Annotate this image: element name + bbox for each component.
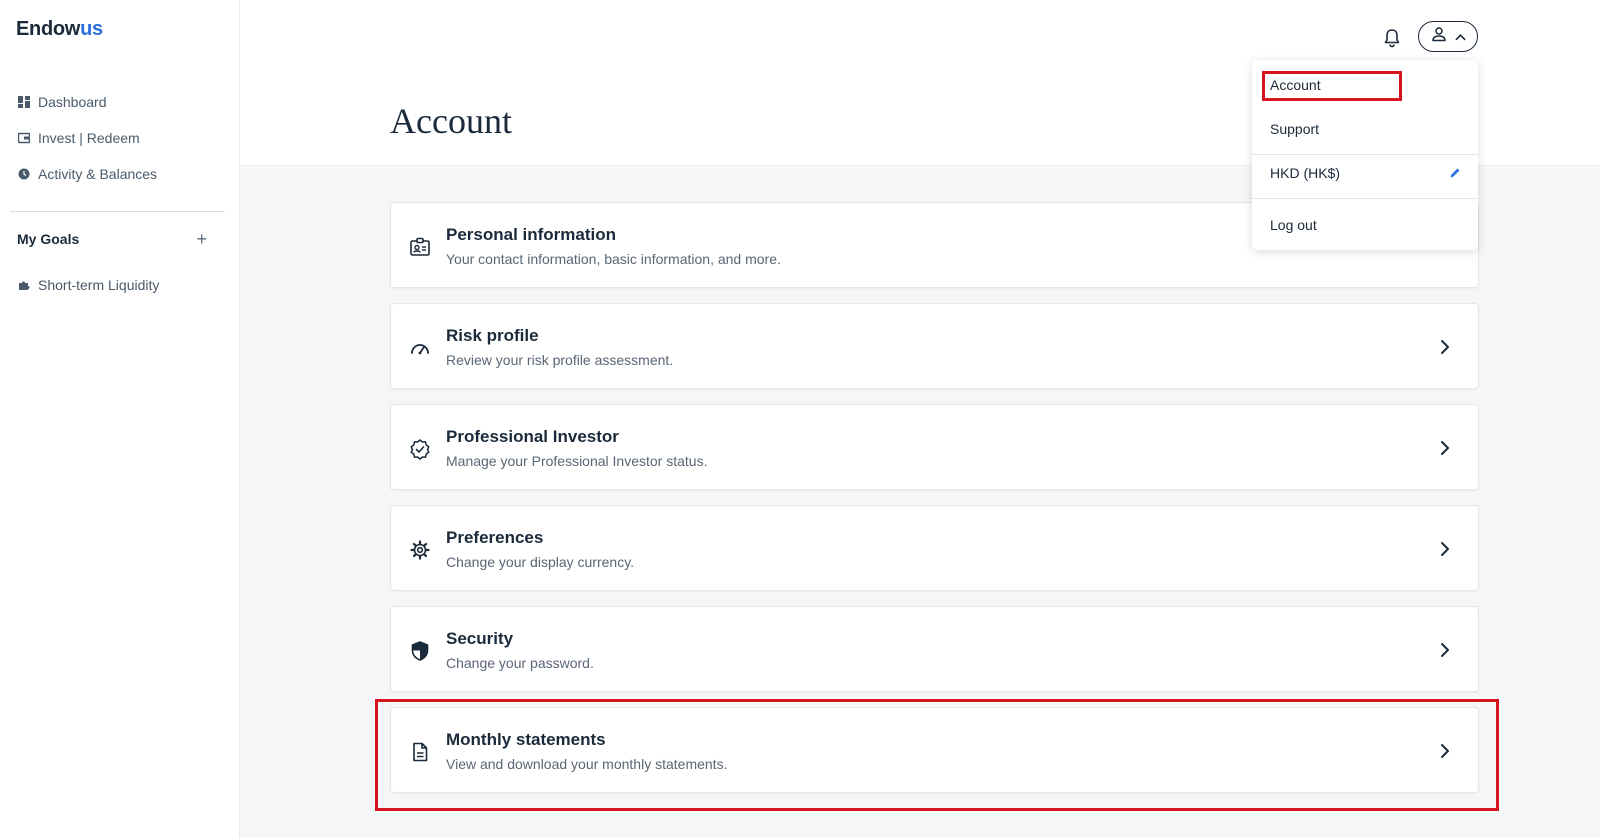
- my-goals-label: My Goals: [17, 231, 80, 247]
- card-description: Your contact information, basic informat…: [446, 251, 781, 267]
- card-title: Risk profile: [446, 326, 539, 345]
- page-title: Account: [390, 101, 512, 141]
- menu-divider: [1252, 198, 1478, 199]
- wallet-icon: [18, 132, 30, 144]
- sidebar-item-short-term-liquidity[interactable]: Short-term Liquidity: [18, 277, 159, 293]
- verified-badge-icon: [409, 438, 431, 460]
- document-icon: [409, 741, 431, 763]
- shield-icon: [409, 640, 431, 662]
- card-title: Preferences: [446, 528, 544, 547]
- menu-item-support[interactable]: Support: [1270, 121, 1319, 137]
- logo-accent-text: us: [80, 18, 103, 40]
- chevron-right-icon: [1438, 540, 1452, 558]
- puzzle-icon: [18, 279, 30, 291]
- card-title: Monthly statements: [446, 730, 606, 749]
- user-menu-button[interactable]: [1418, 21, 1478, 52]
- menu-item-log-out[interactable]: Log out: [1270, 217, 1317, 233]
- card-preferences[interactable]: Preferences Change your display currency…: [390, 505, 1479, 591]
- card-professional-investor[interactable]: Professional Investor Manage your Profes…: [390, 404, 1479, 490]
- main-content: Personal information Your contact inform…: [240, 166, 1600, 838]
- sidebar-nav: Dashboard Invest | Redeem Activity & Bal…: [0, 84, 240, 192]
- sidebar-item-label: Invest | Redeem: [38, 130, 140, 146]
- endowus-logo[interactable]: Endowus: [16, 18, 103, 41]
- card-description: Manage your Professional Investor status…: [446, 453, 708, 469]
- chevron-right-icon: [1438, 742, 1452, 760]
- user-icon: [1431, 26, 1447, 47]
- id-card-icon: [409, 236, 431, 258]
- user-dropdown-menu: Account Support HKD (HK$) Log out: [1252, 60, 1478, 250]
- chevron-right-icon: [1438, 439, 1452, 457]
- gear-icon: [409, 539, 431, 561]
- menu-item-currency[interactable]: HKD (HK$): [1270, 165, 1340, 181]
- card-description: Change your password.: [446, 655, 594, 671]
- chevron-up-icon: [1455, 28, 1466, 46]
- sidebar-item-dashboard[interactable]: Dashboard: [0, 84, 240, 120]
- chevron-right-icon: [1438, 641, 1452, 659]
- sidebar-divider: [10, 211, 225, 212]
- card-description: View and download your monthly statement…: [446, 756, 728, 772]
- menu-item-account[interactable]: Account: [1270, 77, 1321, 93]
- gauge-icon: [409, 337, 431, 359]
- chevron-right-icon: [1438, 338, 1452, 356]
- card-title: Security: [446, 629, 514, 648]
- my-goals-header: My Goals +: [17, 230, 207, 248]
- sidebar: Endowus Dashboard Invest | Redeem Activi…: [0, 0, 240, 838]
- sidebar-item-activity-balances[interactable]: Activity & Balances: [0, 156, 240, 192]
- add-goal-button[interactable]: +: [196, 230, 207, 248]
- sidebar-item-invest-redeem[interactable]: Invest | Redeem: [0, 120, 240, 156]
- card-risk-profile[interactable]: Risk profile Review your risk profile as…: [390, 303, 1479, 389]
- logo-main-text: Endow: [16, 18, 81, 40]
- card-security[interactable]: Security Change your password.: [390, 606, 1479, 692]
- card-title: Professional Investor: [446, 427, 619, 446]
- notification-bell-icon[interactable]: [1382, 27, 1402, 49]
- menu-divider: [1252, 154, 1478, 155]
- clock-icon: [18, 168, 30, 180]
- card-description: Review your risk profile assessment.: [446, 352, 674, 368]
- goal-label: Short-term Liquidity: [38, 277, 160, 293]
- card-title: Personal information: [446, 225, 617, 244]
- pencil-edit-icon[interactable]: [1448, 166, 1462, 180]
- sidebar-item-label: Activity & Balances: [38, 166, 158, 182]
- sidebar-item-label: Dashboard: [38, 94, 107, 110]
- card-description: Change your display currency.: [446, 554, 635, 570]
- dashboard-icon: [18, 96, 30, 108]
- card-monthly-statements[interactable]: Monthly statements View and download you…: [390, 707, 1479, 793]
